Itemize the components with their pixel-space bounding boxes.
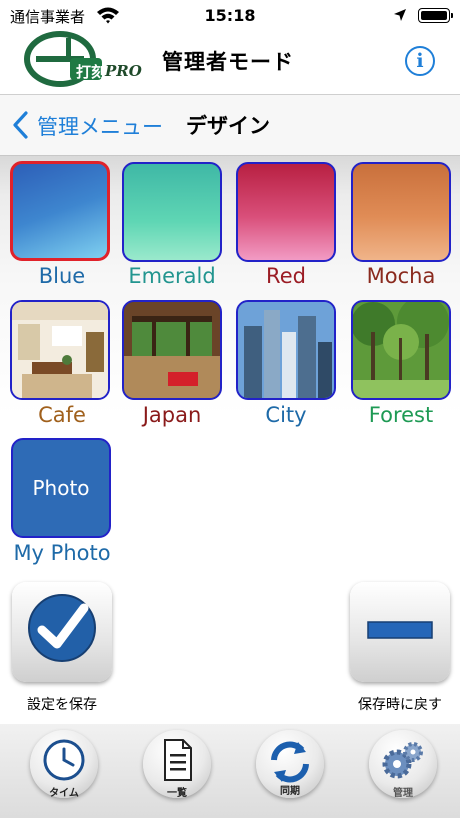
- design-tile-forest[interactable]: [351, 300, 451, 400]
- location-arrow-icon: [394, 9, 406, 21]
- save-settings-button[interactable]: [12, 582, 112, 682]
- revert-to-saved-label: 保存時に戻す: [358, 697, 442, 713]
- checkmark-icon: [28, 594, 96, 662]
- design-label-blue: Blue: [38, 264, 86, 288]
- battery-icon: [418, 8, 450, 23]
- design-label-japan: Japan: [142, 403, 202, 427]
- tab-admin-label: 管理: [393, 788, 413, 799]
- tab-time-label: タイム: [49, 788, 79, 799]
- design-tile-emerald[interactable]: [122, 162, 222, 262]
- nav-title: デザイン: [186, 114, 270, 138]
- design-label-forest: Forest: [368, 403, 434, 427]
- back-chevron-icon[interactable]: [12, 110, 30, 140]
- design-tile-mocha[interactable]: [351, 162, 451, 262]
- revert-to-saved-button[interactable]: [350, 582, 450, 682]
- japan-photo: [124, 302, 220, 398]
- logo-brand: PRO: [105, 62, 142, 80]
- design-label-emerald: Emerald: [128, 264, 216, 288]
- minus-icon: [367, 621, 433, 639]
- logo-text: 打刻: [76, 63, 107, 81]
- cafe-photo: [12, 302, 108, 398]
- back-button[interactable]: 管理メニュー: [37, 111, 163, 141]
- app-logo: 打刻 PRO: [22, 28, 146, 90]
- design-label-cafe: Cafe: [38, 403, 86, 427]
- forest-photo: [353, 302, 449, 398]
- design-tile-cafe[interactable]: [10, 300, 110, 400]
- design-tile-city[interactable]: [236, 300, 336, 400]
- design-label-red: Red: [266, 264, 306, 288]
- tab-sync-label: 同期: [280, 786, 300, 797]
- design-label-mocha: Mocha: [366, 264, 436, 288]
- city-photo: [238, 302, 334, 398]
- status-time: 15:18: [204, 6, 256, 25]
- design-tile-my-photo[interactable]: Photo: [11, 438, 111, 538]
- battery-cap: [451, 13, 453, 18]
- save-settings-label: 設定を保存: [27, 697, 97, 713]
- tab-list-label: 一覧: [167, 788, 187, 799]
- design-tile-japan[interactable]: [122, 300, 222, 400]
- design-tile-blue[interactable]: [10, 161, 110, 261]
- design-tile-red[interactable]: [236, 162, 336, 262]
- info-button[interactable]: i: [405, 46, 435, 76]
- design-label-city: City: [265, 403, 307, 427]
- design-label-my-photo: My Photo: [13, 541, 111, 565]
- app-title: 管理者モード: [162, 50, 294, 74]
